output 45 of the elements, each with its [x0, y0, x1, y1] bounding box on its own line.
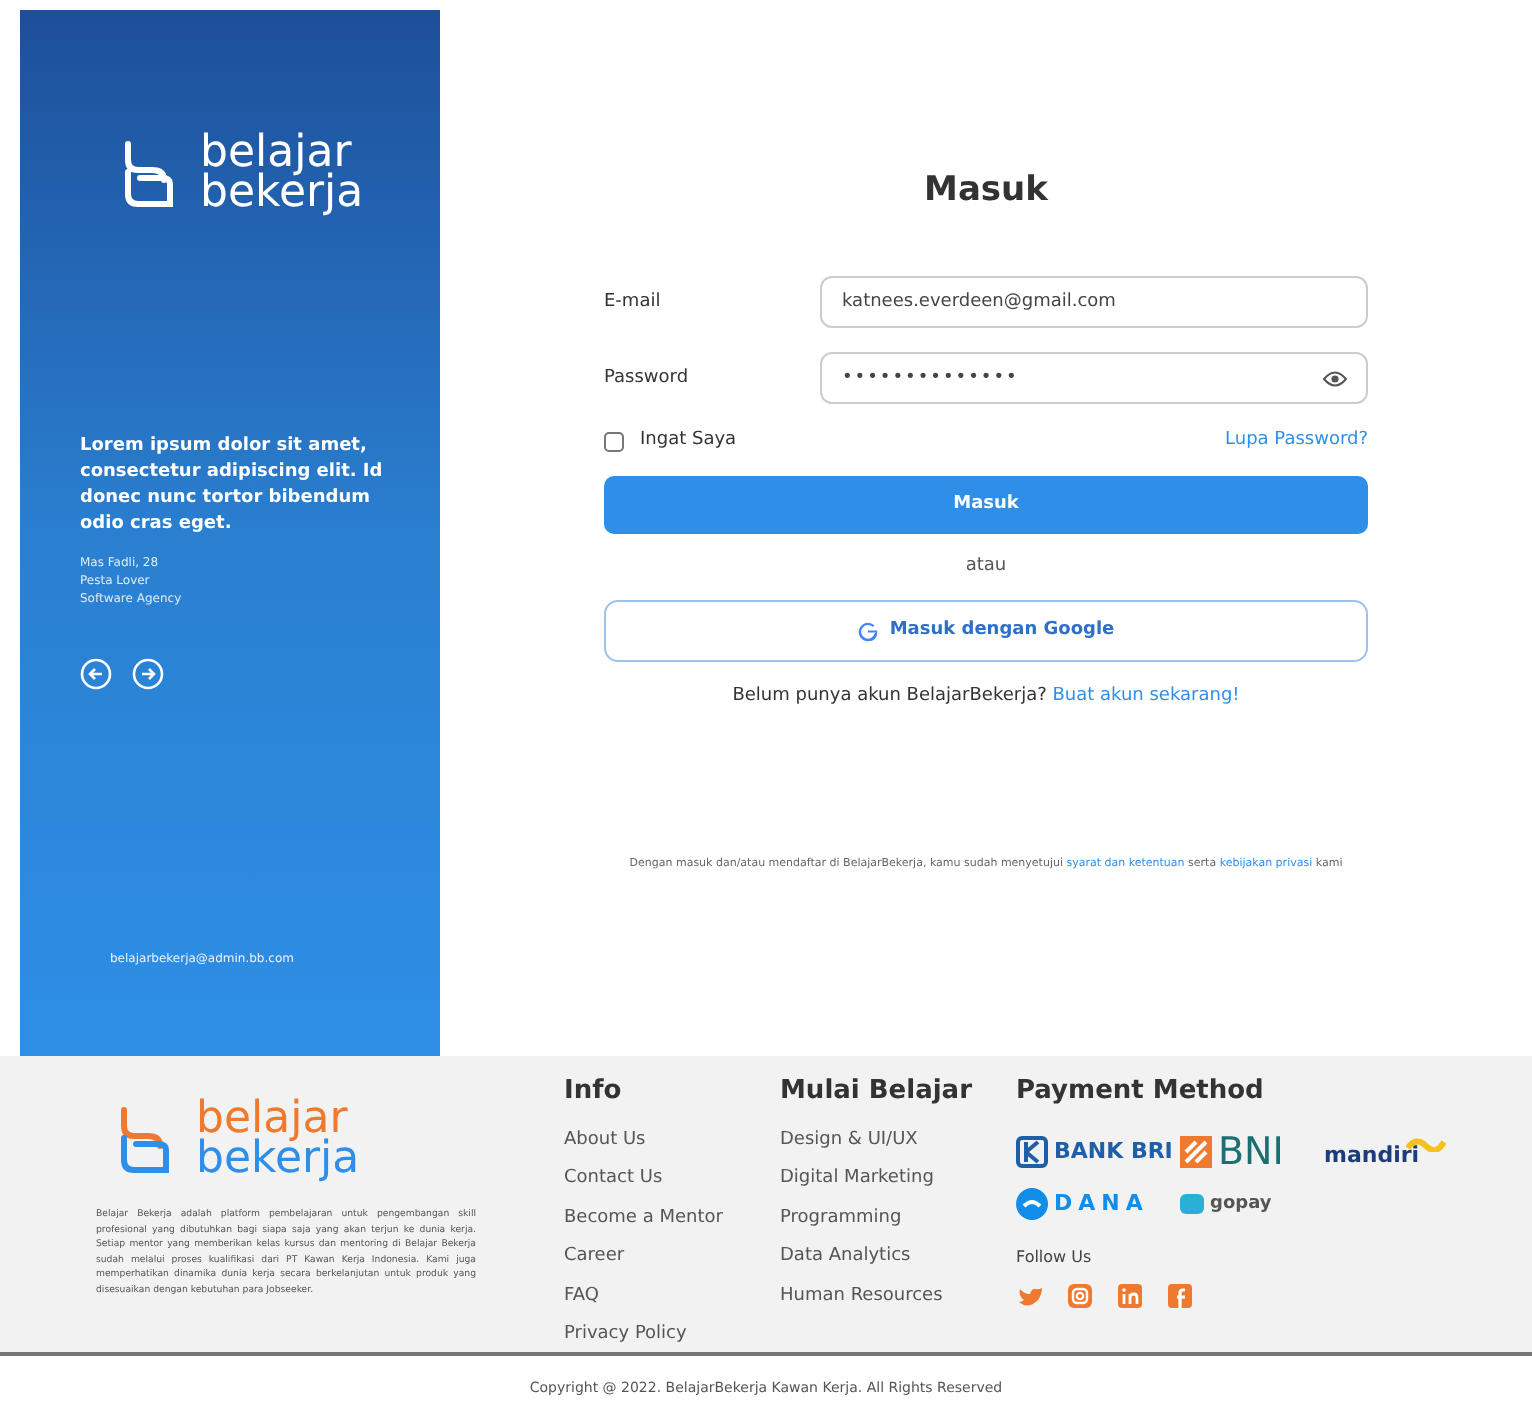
- logo-text: bekerja: [196, 1140, 360, 1180]
- logo-text: belajar: [196, 1100, 348, 1140]
- bank-logo: BANK BRI: [1016, 1123, 1173, 1181]
- remember-checkbox[interactable]: [604, 432, 624, 453]
- linkedin-icon[interactable]: [1116, 1281, 1144, 1310]
- follow-title: Follow Us: [1016, 1245, 1092, 1270]
- logo-text: belajar: [200, 134, 352, 174]
- logo-icon: [116, 1106, 172, 1174]
- quote-text: Lorem ipsum dolor sit amet, consectetur adipiscing elit. Id donec nunc tortor bibendum odio cras eget.: [80, 434, 385, 538]
- footer-link[interactable]: FAQ: [564, 1283, 599, 1311]
- wallet-logo: gopay: [1180, 1188, 1272, 1222]
- footer-link[interactable]: Data Analytics: [780, 1244, 911, 1272]
- footer-link[interactable]: Privacy Policy: [564, 1322, 687, 1350]
- google-login-button[interactable]: Masuk dengan Google: [604, 600, 1368, 663]
- column-title: Mulai Belajar: [780, 1076, 974, 1108]
- footer-link[interactable]: Digital Marketing: [780, 1166, 934, 1194]
- bank-logo: BNI: [1180, 1123, 1284, 1181]
- footer-link[interactable]: Become a Mentor: [564, 1205, 723, 1233]
- google-icon: [857, 621, 878, 642]
- facebook-icon[interactable]: [1166, 1281, 1194, 1310]
- login-button[interactable]: Masuk: [604, 475, 1368, 534]
- instagram-icon[interactable]: [1066, 1281, 1094, 1310]
- footer-link[interactable]: Contact Us: [564, 1166, 663, 1194]
- email-field[interactable]: katnees.everdeen@gmail.com: [820, 276, 1368, 329]
- field-label: Password: [604, 365, 689, 392]
- logo-icon: [120, 140, 176, 208]
- logo-text: bekerja: [200, 174, 364, 214]
- footer-link[interactable]: Career: [564, 1244, 625, 1272]
- eye-icon[interactable]: [1322, 370, 1348, 389]
- password-field[interactable]: ••••••••••••••: [820, 352, 1368, 405]
- remember-label: Ingat Saya: [640, 428, 737, 455]
- signup-link[interactable]: Buat akun sekarang!: [1052, 686, 1240, 707]
- footer-link[interactable]: Human Resources: [780, 1283, 943, 1311]
- signup-text: Belum punya akun BelajarBekerja? Buat akun sekarang!: [730, 684, 1242, 711]
- column-title: Payment Method: [1016, 1076, 1266, 1108]
- forgot-password-link[interactable]: Lupa Password?: [1225, 428, 1368, 456]
- footer-link[interactable]: About Us: [564, 1127, 646, 1155]
- or-text: atau: [965, 553, 1007, 580]
- wallet-logo: DANA: [1016, 1188, 1149, 1222]
- column-title: Info: [564, 1076, 624, 1108]
- footer-link[interactable]: Programming: [780, 1205, 902, 1233]
- bank-logo: mandiri: [1324, 1123, 1446, 1181]
- page-title: Masuk: [922, 170, 1050, 211]
- field-label: E-mail: [604, 289, 661, 316]
- footer-link[interactable]: Design & UI/UX: [780, 1127, 918, 1155]
